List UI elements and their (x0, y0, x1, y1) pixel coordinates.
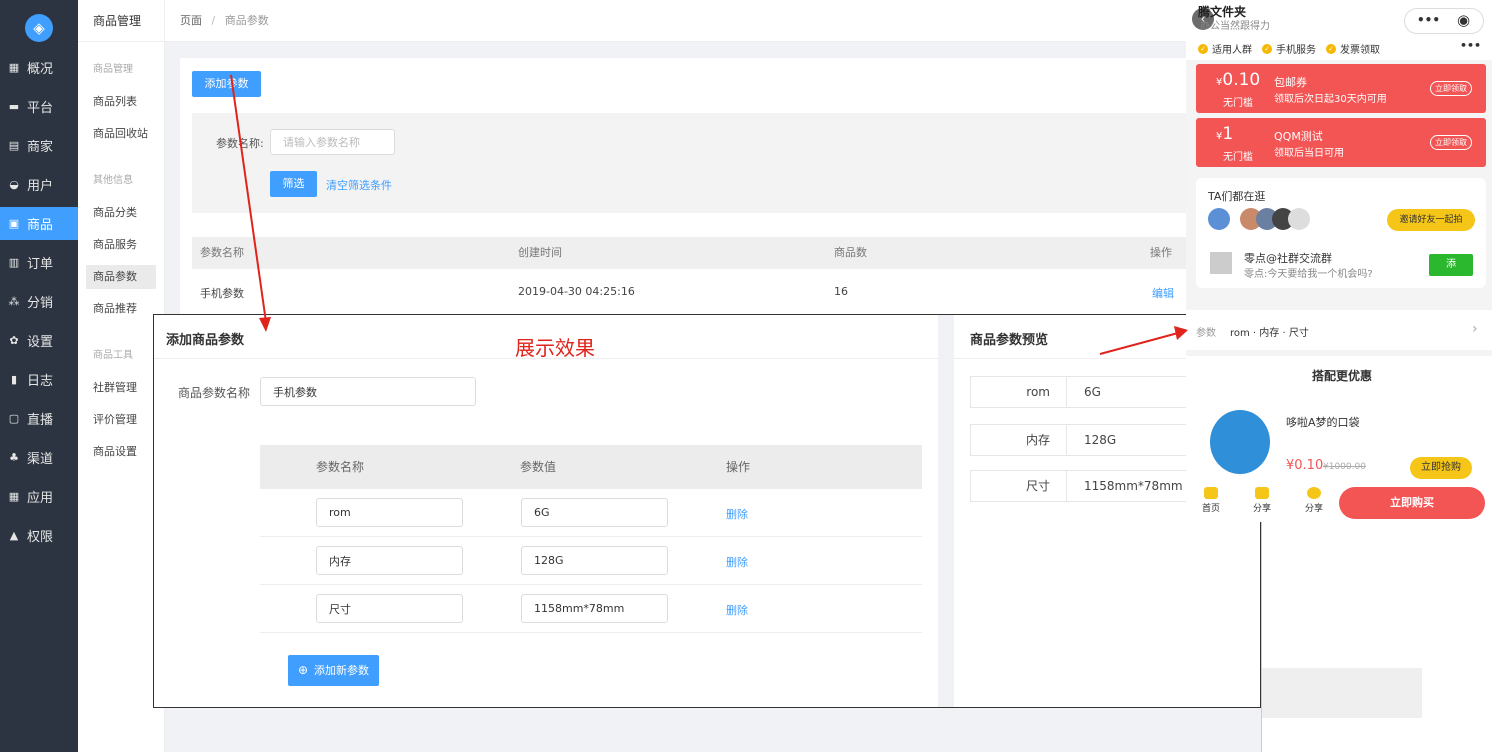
arrow-line (1099, 332, 1179, 355)
annotation-arrows (230, 74, 1188, 355)
arrow-line (230, 74, 267, 323)
arrow-head (1174, 326, 1188, 340)
arrow-head (259, 317, 271, 332)
